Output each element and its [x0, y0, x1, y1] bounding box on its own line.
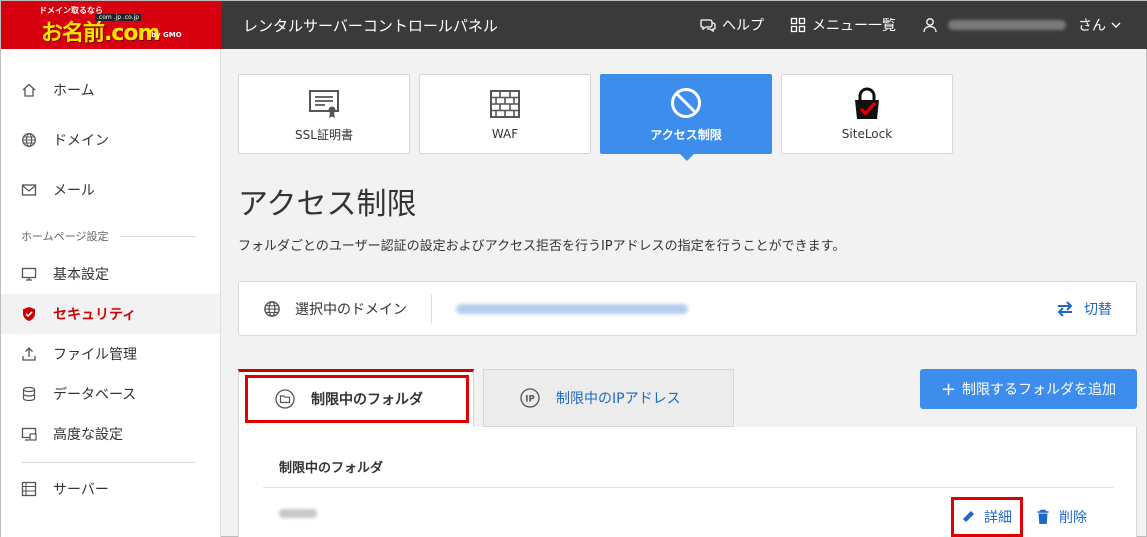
monitor-icon — [21, 267, 37, 281]
onamae-logo[interactable]: ドメイン取るなら お名前.com .com .jp .co.jp by GMO — [1, 1, 221, 49]
restricted-folders-panel: 制限中のフォルダ 詳細 削除 — [238, 427, 1137, 537]
user-suffix: さん — [1078, 18, 1106, 34]
sidebar-item-database[interactable]: データベース — [1, 374, 220, 414]
pencil-icon — [962, 511, 974, 523]
folder-path-redacted — [279, 509, 317, 518]
user-icon — [923, 18, 937, 33]
add-restricted-folder-button[interactable]: + 制限するフォルダを追加 — [920, 369, 1137, 409]
upload-icon — [22, 347, 36, 361]
advanced-icon — [21, 427, 37, 441]
section-divider — [120, 235, 196, 237]
delete-button[interactable]: 削除 — [1035, 497, 1087, 537]
sitelock-icon — [855, 87, 879, 119]
tab-label: SiteLock — [841, 127, 893, 141]
sidebar-item-label: 基本設定 — [53, 267, 109, 283]
sidebar-item-label: ホーム — [53, 82, 95, 99]
tab-restricted-ip[interactable]: IP 制限中のIPアドレス — [483, 369, 734, 427]
sidebar-item-basic-settings[interactable]: 基本設定 — [1, 254, 220, 294]
service-tabs: SSL証明書 WAF アクセス制限 SiteLock — [238, 74, 962, 161]
content-tabs: 制限中のフォルダ IP 制限中のIPアドレス — [238, 369, 734, 427]
globe-icon — [22, 133, 36, 147]
chevron-down-icon — [1111, 22, 1121, 28]
detail-button[interactable]: 詳細 — [951, 497, 1023, 537]
tab-label: SSL証明書 — [295, 127, 353, 142]
detail-label: 詳細 — [984, 510, 1012, 526]
sidebar-item-domain[interactable]: ドメイン — [1, 120, 220, 160]
top-bar: ドメイン取るなら お名前.com .com .jp .co.jp by GMO … — [1, 1, 1147, 49]
sidebar-item-server[interactable]: サーバー — [1, 471, 220, 507]
tab-label: 制限中のフォルダ — [311, 392, 423, 408]
panel-header: 制限中のフォルダ — [279, 461, 384, 476]
tab-label: アクセス制限 — [650, 127, 722, 142]
chat-help-icon — [700, 19, 716, 33]
add-button-label: 制限するフォルダを追加 — [962, 382, 1117, 398]
svg-text:IP: IP — [525, 395, 534, 405]
trash-icon — [1037, 509, 1049, 524]
sidebar-item-mail[interactable]: メール — [1, 170, 220, 210]
sidebar-section-homepage: ホームページ設定 — [1, 224, 220, 248]
main-content: SSL証明書 WAF アクセス制限 SiteLock アクセス制限 フォルダごと… — [221, 49, 1147, 537]
sidebar-divider — [21, 462, 196, 463]
logo-tlds: .com .jp .co.jp — [95, 14, 142, 21]
domain-selector: 選択中のドメイン 切替 — [238, 281, 1137, 336]
firewall-icon — [490, 90, 520, 118]
tab-ssl-certificate[interactable]: SSL証明書 — [238, 74, 410, 154]
delete-label: 削除 — [1059, 510, 1087, 526]
sidebar-item-security[interactable]: セキュリティ — [1, 294, 220, 334]
sidebar-item-label: ドメイン — [53, 133, 109, 149]
app-title: レンタルサーバーコントロールパネル — [243, 16, 498, 35]
logo-gmo: by GMO — [151, 31, 182, 39]
domain-label: 選択中のドメイン — [295, 301, 407, 318]
sidebar-item-label: メール — [53, 183, 95, 199]
ip-icon: IP — [520, 388, 540, 408]
menu-list-link[interactable]: メニュー一覧 — [790, 15, 896, 35]
tab-label: WAF — [491, 127, 519, 141]
grid-icon — [790, 17, 806, 33]
user-menu[interactable]: さん — [922, 15, 1122, 35]
sidebar-item-label: ファイル管理 — [53, 347, 137, 363]
sidebar: ホーム ドメイン メール ホームページ設定 基本設定 セキュリティ ファイル管理… — [1, 49, 221, 537]
sidebar-item-file-management[interactable]: ファイル管理 — [1, 334, 220, 374]
folder-icon — [275, 389, 295, 409]
prohibited-icon — [671, 87, 701, 118]
globe-icon — [264, 300, 280, 317]
server-icon — [21, 481, 37, 497]
switch-label: 切替 — [1084, 301, 1112, 318]
sidebar-item-home[interactable]: ホーム — [1, 69, 220, 110]
home-icon — [22, 83, 36, 97]
sidebar-item-label: データベース — [53, 387, 137, 403]
menu-list-label: メニュー一覧 — [812, 18, 896, 34]
shield-icon — [23, 307, 35, 321]
tab-access-restriction[interactable]: アクセス制限 — [600, 74, 772, 161]
selected-domain-redacted — [456, 303, 688, 314]
help-link[interactable]: ヘルプ — [700, 15, 764, 35]
switch-domain-button[interactable]: 切替 — [1056, 299, 1112, 319]
help-label: ヘルプ — [722, 18, 764, 34]
tab-restricted-folders[interactable]: 制限中のフォルダ — [238, 369, 474, 427]
tab-waf[interactable]: WAF — [419, 74, 591, 154]
tab-sitelock[interactable]: SiteLock — [781, 74, 953, 154]
page-title: アクセス制限 — [238, 187, 417, 222]
domain-divider — [431, 293, 432, 324]
user-name-redacted — [948, 20, 1066, 30]
mail-icon — [21, 184, 37, 196]
certificate-icon — [309, 89, 339, 118]
tab-label: 制限中のIPアドレス — [556, 391, 681, 407]
database-icon — [22, 386, 36, 402]
panel-divider — [263, 487, 1114, 488]
sidebar-item-advanced-settings[interactable]: 高度な設定 — [1, 414, 220, 454]
sidebar-section-label: ホームページ設定 — [21, 230, 109, 243]
page-description: フォルダごとのユーザー認証の設定およびアクセス拒否を行うIPアドレスの指定を行う… — [238, 239, 846, 254]
plus-icon: + — [940, 378, 957, 400]
sidebar-item-label: セキュリティ — [53, 307, 137, 323]
sidebar-item-label: サーバー — [53, 482, 109, 498]
swap-arrows-icon — [1057, 300, 1073, 317]
sidebar-item-label: 高度な設定 — [53, 427, 123, 443]
